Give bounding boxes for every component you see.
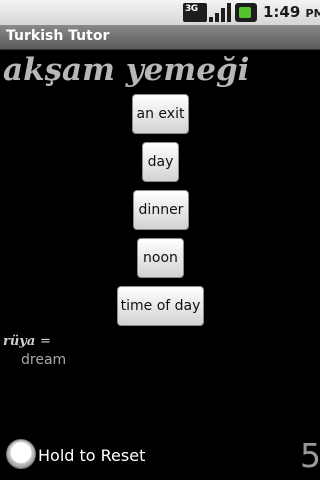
previous-word: rüya	[3, 334, 36, 349]
status-clock: 1:49 PM	[263, 3, 320, 21]
choice-button-dinner[interactable]: dinner	[133, 190, 189, 230]
clock-time: 1:49	[263, 3, 301, 21]
quiz-word: akşam yemeği	[3, 52, 250, 88]
signal-strength-icon	[209, 3, 231, 22]
reset-knob-icon[interactable]	[6, 439, 36, 469]
clock-ampm: PM	[305, 7, 320, 20]
choice-button-day[interactable]: day	[142, 142, 179, 182]
3g-data-icon: 3G	[183, 3, 207, 22]
score-counter: 5	[300, 436, 320, 475]
app-title: Turkish Tutor	[6, 28, 110, 44]
status-bar: 3G 1:49 PM	[0, 0, 320, 25]
reset-label[interactable]: Hold to Reset	[38, 446, 145, 465]
choice-button-noon[interactable]: noon	[137, 238, 184, 278]
previous-meaning: dream	[21, 352, 67, 368]
app-title-bar: Turkish Tutor	[0, 25, 320, 50]
battery-charging-icon	[235, 3, 257, 22]
choice-button-an-exit[interactable]: an exit	[132, 94, 189, 134]
previous-equals: =	[40, 334, 51, 349]
choice-button-time-of-day[interactable]: time of day	[117, 286, 204, 326]
